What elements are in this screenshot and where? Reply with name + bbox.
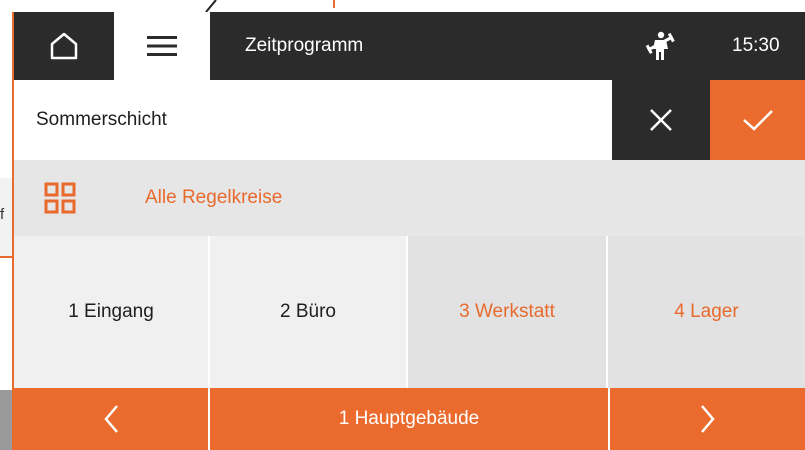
circuit-eingang[interactable]: 1 Eingang bbox=[14, 236, 210, 388]
previous-building-button[interactable] bbox=[14, 388, 210, 450]
chevron-right-icon bbox=[700, 405, 715, 433]
top-bar: Zeitprogramm 15:30 bbox=[14, 12, 805, 80]
check-icon bbox=[742, 110, 773, 131]
all-circuits-button[interactable]: Alle Regelkreise bbox=[14, 160, 805, 236]
program-name-row: Sommerschicht bbox=[14, 80, 805, 160]
page-title: Zeitprogramm bbox=[245, 35, 364, 56]
circuit-lager[interactable]: 4 Lager bbox=[608, 236, 805, 388]
circuit-list: 1 Eingang 2 Büro 3 Werkstatt 4 Lager bbox=[14, 236, 805, 388]
craftsman-icon[interactable] bbox=[644, 30, 676, 62]
home-button[interactable] bbox=[14, 12, 114, 80]
background-text-fragment: f bbox=[0, 206, 5, 223]
menu-icon bbox=[147, 36, 177, 56]
all-circuits-label: Alle Regelkreise bbox=[145, 187, 283, 208]
home-icon bbox=[50, 32, 78, 60]
clock: 15:30 bbox=[732, 35, 780, 56]
grid-icon bbox=[44, 182, 76, 214]
building-nav: 1 Hauptgebäude bbox=[14, 388, 805, 450]
cancel-button[interactable] bbox=[612, 80, 710, 160]
circuit-buero[interactable]: 2 Büro bbox=[210, 236, 408, 388]
menu-button[interactable] bbox=[114, 12, 210, 80]
close-icon bbox=[650, 109, 672, 131]
time-program-dialog: Zeitprogramm 15:30 Sommerschicht Alle Re… bbox=[12, 12, 805, 450]
circuit-werkstatt[interactable]: 3 Werkstatt bbox=[408, 236, 608, 388]
background-panel-edge bbox=[0, 0, 335, 8]
background-line bbox=[205, 0, 217, 12]
next-building-button[interactable] bbox=[608, 388, 805, 450]
program-name[interactable]: Sommerschicht bbox=[36, 80, 167, 160]
chevron-left-icon bbox=[104, 405, 118, 433]
building-name: 1 Hauptgebäude bbox=[338, 408, 480, 429]
confirm-button[interactable] bbox=[710, 80, 805, 160]
